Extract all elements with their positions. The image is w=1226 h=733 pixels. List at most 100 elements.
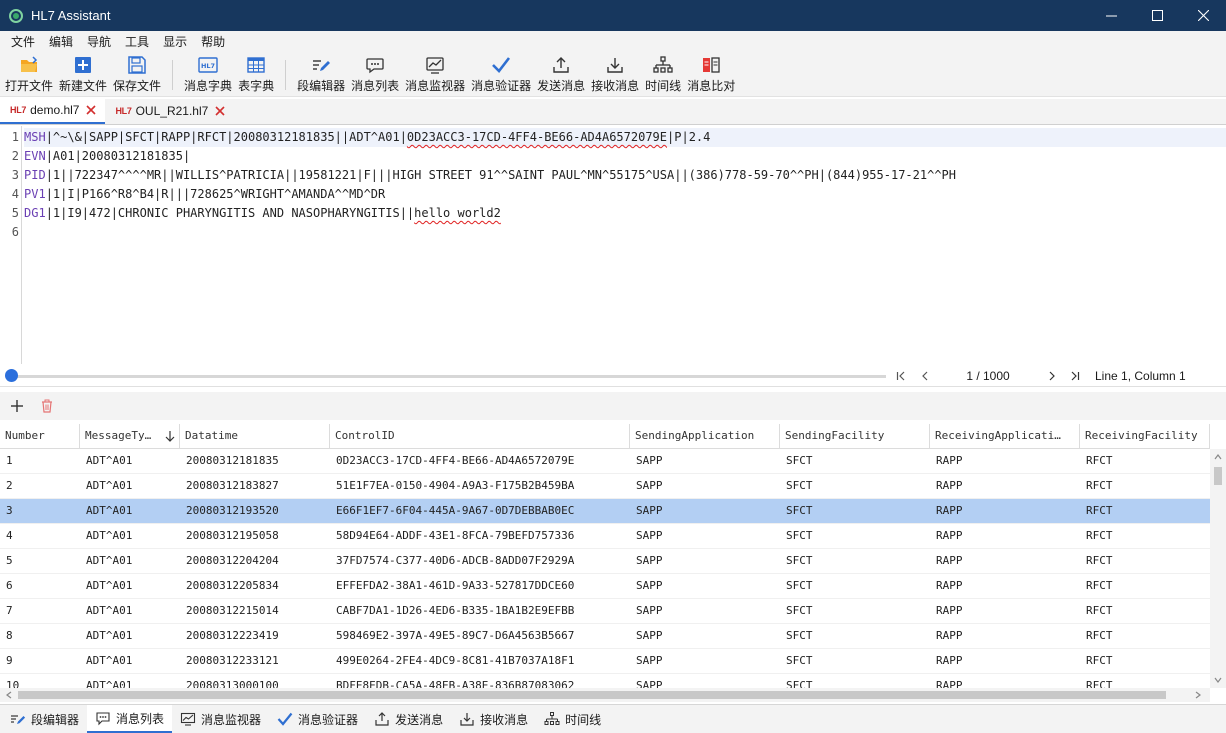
previous-page-button[interactable] bbox=[917, 368, 933, 384]
line-number: 5 bbox=[11, 206, 19, 220]
first-page-button[interactable] bbox=[893, 368, 909, 384]
column-header[interactable]: Number bbox=[0, 424, 80, 449]
timeline-button[interactable]: 时间线 bbox=[642, 53, 684, 94]
table-cell: RAPP bbox=[936, 529, 963, 542]
maximize-button[interactable] bbox=[1134, 0, 1180, 31]
table-cell: SFCT bbox=[786, 629, 813, 642]
code-line[interactable]: PV1|1|I|P166^R8^B4|R|||728625^WRIGHT^AMA… bbox=[24, 185, 1226, 204]
minimize-button[interactable] bbox=[1088, 0, 1134, 31]
menu-view[interactable]: 显示 bbox=[156, 31, 194, 53]
table-cell: 3 bbox=[6, 504, 13, 517]
table-cell: RFCT bbox=[1086, 654, 1113, 667]
horizontal-scroll-thumb[interactable] bbox=[18, 691, 1166, 699]
message-position-track[interactable] bbox=[12, 375, 886, 378]
send-message-button[interactable]: 发送消息 bbox=[534, 53, 588, 94]
code-area[interactable]: MSH|^~\&|SAPP|SFCT|RAPP|RFCT|20080312181… bbox=[24, 128, 1226, 242]
table-cell: 58D94E64-ADDF-43E1-8FCA-79BEFD757336 bbox=[336, 529, 575, 542]
menu-navigate[interactable]: 导航 bbox=[80, 31, 118, 53]
tab-close-icon[interactable] bbox=[214, 105, 226, 117]
column-header[interactable]: SendingFacility bbox=[780, 424, 930, 449]
message-validator-button[interactable]: 消息验证器 bbox=[468, 53, 534, 94]
grid-vertical-scrollbar[interactable] bbox=[1210, 449, 1226, 688]
table-cell: 20080312233121 bbox=[186, 654, 279, 667]
new-file-button[interactable]: 新建文件 bbox=[56, 53, 110, 94]
table-row[interactable]: 4 ADT^A01 20080312195058 58D94E64-ADDF-43E1… bbox=[0, 524, 1210, 549]
table-cell: SFCT bbox=[786, 554, 813, 567]
vertical-scroll-thumb[interactable] bbox=[1214, 467, 1222, 485]
table-cell: 4 bbox=[6, 529, 13, 542]
menu-help[interactable]: 帮助 bbox=[194, 31, 232, 53]
tab-message-list[interactable]: 消息列表 bbox=[87, 705, 173, 733]
table-cell: 20080312183827 bbox=[186, 479, 279, 492]
close-button[interactable] bbox=[1180, 0, 1226, 31]
tab-message-validator[interactable]: 消息验证器 bbox=[269, 705, 366, 733]
message-list-button[interactable]: 消息列表 bbox=[348, 53, 402, 94]
table-cell: BDFE8EDB-CA5A-48EB-A38E-836B87083062 bbox=[336, 679, 575, 688]
table-icon bbox=[246, 55, 266, 75]
column-header[interactable]: Datatime bbox=[180, 424, 330, 449]
table-row[interactable]: 7 ADT^A01 20080312215014 CABF7DA1-1D26-4ED6… bbox=[0, 599, 1210, 624]
table-cell: ADT^A01 bbox=[86, 479, 133, 492]
segment-id: DG1 bbox=[24, 206, 46, 220]
code-line[interactable]: PID|1||722347^^^^MR||WILLIS^PATRICIA||19… bbox=[24, 166, 1226, 185]
tab-close-icon[interactable] bbox=[85, 104, 97, 116]
add-row-button[interactable] bbox=[8, 397, 26, 415]
code-line[interactable]: MSH|^~\&|SAPP|SFCT|RAPP|RFCT|20080312181… bbox=[24, 128, 1226, 147]
table-row[interactable]: 5 ADT^A01 20080312204204 37FD7574-C377-40D6… bbox=[0, 549, 1210, 574]
line-number: 3 bbox=[11, 168, 19, 182]
tab-demo-hl7[interactable]: HL7 demo.hl7 bbox=[0, 98, 106, 124]
column-header[interactable]: SendingApplication bbox=[630, 424, 780, 449]
table-row[interactable]: 1 ADT^A01 20080312181835 0D23ACC3-17CD-4FF4… bbox=[0, 449, 1210, 474]
hl7-text-editor[interactable]: 1 2 3 4 5 6 MSH|^~\&|SAPP|SFCT|RAPP|RFCT|2008… bbox=[0, 126, 1226, 364]
code-line[interactable]: EVN|A01|20080312181835| bbox=[24, 147, 1226, 166]
code-line[interactable]: DG1|1|I9|472|CHRONIC PHARYNGITIS AND NAS… bbox=[24, 204, 1226, 223]
grid-horizontal-scrollbar[interactable] bbox=[0, 688, 1210, 702]
message-position-thumb[interactable] bbox=[5, 369, 18, 382]
tab-send-message[interactable]: 发送消息 bbox=[366, 705, 451, 733]
column-header[interactable]: MessageTy… bbox=[80, 424, 180, 449]
message-monitor-button[interactable]: 消息监视器 bbox=[402, 53, 468, 94]
receive-message-button[interactable]: 接收消息 bbox=[588, 53, 642, 94]
delete-row-button[interactable] bbox=[38, 397, 56, 415]
table-row[interactable]: 3 ADT^A01 20080312193520 E66F1EF7-6F04-445A… bbox=[0, 499, 1210, 524]
save-file-button[interactable]: 保存文件 bbox=[110, 53, 164, 94]
grid-header: Number MessageTy… Datatime ControlID Sending… bbox=[0, 424, 1210, 449]
menu-bar: 文件 编辑 导航 工具 显示 帮助 bbox=[0, 31, 1226, 53]
message-dictionary-button[interactable]: HL7 消息字典 bbox=[181, 53, 235, 94]
table-row[interactable]: 8 ADT^A01 20080312223419 598469E2-397A-49E5… bbox=[0, 624, 1210, 649]
table-row[interactable]: 6 ADT^A01 20080312205834 EFFEFDA2-38A1-461D… bbox=[0, 574, 1210, 599]
last-page-button[interactable] bbox=[1067, 368, 1083, 384]
segment-editor-button[interactable]: 段编辑器 bbox=[294, 53, 348, 94]
table-cell: 20080312181835 bbox=[186, 454, 279, 467]
tab-segment-editor[interactable]: 段编辑器 bbox=[2, 705, 87, 733]
code-line[interactable] bbox=[24, 223, 1226, 242]
table-cell: 0D23ACC3-17CD-4FF4-BE66-AD4A6572079E bbox=[336, 454, 575, 467]
next-page-button[interactable] bbox=[1044, 368, 1060, 384]
flagged-field: 0D23ACC3-17CD-4FF4-BE66-AD4A6572079E bbox=[406, 130, 668, 144]
table-row[interactable]: 2 ADT^A01 20080312183827 51E1F7EA-0150-4904… bbox=[0, 474, 1210, 499]
tab-message-monitor[interactable]: 消息监视器 bbox=[172, 705, 269, 733]
upload-icon bbox=[551, 55, 571, 75]
column-header[interactable]: ReceivingApplicati… bbox=[930, 424, 1080, 449]
column-header[interactable]: ReceivingFacility bbox=[1080, 424, 1210, 449]
table-cell: RFCT bbox=[1086, 679, 1113, 688]
tab-receive-message[interactable]: 接收消息 bbox=[451, 705, 536, 733]
tab-oul-r21-hl7[interactable]: HL7 OUL_R21.hl7 bbox=[105, 98, 234, 124]
menu-edit[interactable]: 编辑 bbox=[42, 31, 80, 53]
table-row[interactable]: 10 ADT^A01 20080313000100 BDFE8EDB-CA5A-48E… bbox=[0, 674, 1210, 688]
tab-timeline[interactable]: 时间线 bbox=[536, 705, 609, 733]
table-cell: ADT^A01 bbox=[86, 504, 133, 517]
message-compare-button[interactable]: 消息比对 bbox=[684, 53, 738, 94]
scroll-right-icon bbox=[1195, 691, 1201, 699]
table-cell: 20080312215014 bbox=[186, 604, 279, 617]
table-row[interactable]: 9 ADT^A01 20080312233121 499E0264-2FE4-4DC9… bbox=[0, 649, 1210, 674]
table-dictionary-button[interactable]: 表字典 bbox=[235, 53, 277, 94]
column-header[interactable]: ControlID bbox=[330, 424, 630, 449]
menu-file[interactable]: 文件 bbox=[4, 31, 42, 53]
bottom-panel-tabs: 段编辑器 消息列表 消息监视器 消息验证器 发送消息 接收消息 时间线 bbox=[0, 704, 1226, 733]
column-header-label: MessageTy… bbox=[85, 429, 152, 442]
chat-bubble-icon bbox=[365, 55, 385, 75]
open-file-button[interactable]: 打开文件 bbox=[2, 53, 56, 94]
table-cell: RAPP bbox=[936, 629, 963, 642]
menu-tools[interactable]: 工具 bbox=[118, 31, 156, 53]
